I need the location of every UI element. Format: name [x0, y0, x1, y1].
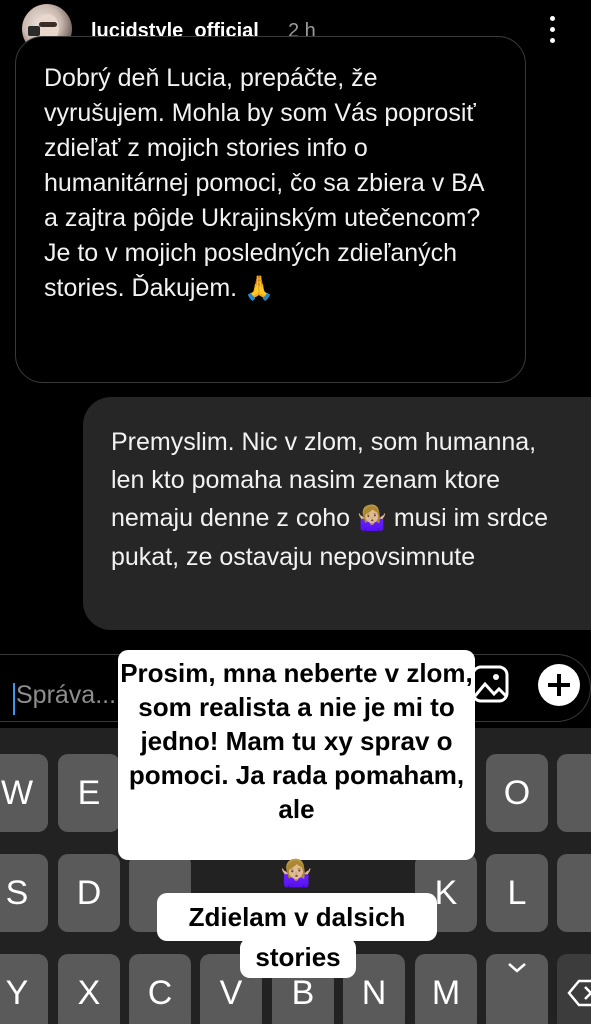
story-caption-2: Zdielam v dalsich [157, 893, 437, 941]
key-accent[interactable] [486, 954, 548, 1024]
backspace-key[interactable] [557, 954, 591, 1024]
key-l[interactable]: L [486, 854, 548, 932]
text-caret [13, 683, 15, 715]
key-x[interactable]: X [58, 954, 120, 1024]
dot [550, 16, 555, 21]
incoming-message[interactable]: Dobrý deň Lucia, prepáčte, že vyrušujem.… [15, 36, 526, 383]
gallery-icon[interactable] [470, 664, 510, 704]
dot [550, 27, 555, 32]
add-button[interactable] [538, 664, 580, 706]
backspace-icon [567, 979, 591, 1007]
incoming-message-text: Dobrý deň Lucia, prepáčte, že vyrušujem.… [44, 64, 484, 302]
message-placeholder: Správa... [16, 681, 117, 709]
key-extra[interactable] [557, 854, 591, 932]
avatar-eye [39, 22, 57, 27]
story-caption: Prosim, mna neberte v zlom, som realista… [118, 650, 475, 860]
key-c[interactable]: C [129, 954, 191, 1024]
caron-icon [508, 963, 526, 973]
key-p[interactable] [557, 754, 591, 832]
key-e[interactable]: E [58, 754, 120, 832]
camera-icon [28, 26, 40, 36]
key-o[interactable]: O [486, 754, 548, 832]
key-m[interactable]: M [415, 954, 477, 1024]
outgoing-message[interactable]: Premyslim. Nic v zlom, som humanna, len … [83, 397, 591, 630]
key-y[interactable]: Y [0, 954, 48, 1024]
pray-emoji: 🙏 [244, 275, 274, 302]
more-options-icon[interactable] [545, 14, 561, 44]
key-s[interactable]: S [0, 854, 48, 932]
key-w[interactable]: W [0, 754, 48, 832]
shrug-emoji-overlay: 🤷🏼‍♀️ [280, 858, 313, 888]
shrug-emoji: 🤷🏼‍♀️ [357, 505, 387, 532]
dot [550, 38, 555, 43]
key-d[interactable]: D [58, 854, 120, 932]
story-caption-3: stories [240, 938, 356, 978]
